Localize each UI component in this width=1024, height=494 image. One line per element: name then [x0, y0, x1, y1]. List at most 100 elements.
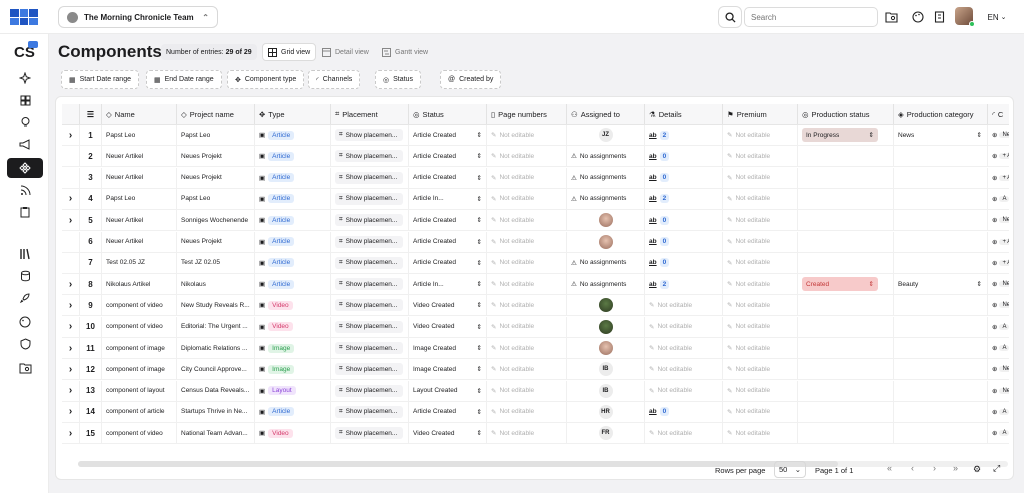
- expand-row-button[interactable]: ›: [62, 338, 80, 358]
- details-cell[interactable]: ab 0: [645, 146, 723, 167]
- assigned-cell[interactable]: HR: [567, 401, 645, 422]
- project-name[interactable]: Census Data Reveals...: [177, 380, 255, 401]
- production-category-cell[interactable]: [894, 188, 988, 209]
- sidebar-item-channels[interactable]: [7, 180, 43, 200]
- status-select[interactable]: Video Created ⇕: [413, 323, 482, 331]
- details-cell[interactable]: ✎ Not editable: [645, 423, 723, 444]
- table-row[interactable]: › 5 Neuer Artikel Sonniges Wochenende ▣ A…: [62, 210, 1009, 232]
- status-cell[interactable]: Article In... ⇕: [409, 188, 487, 209]
- status-cell[interactable]: Article Created ⇕: [409, 125, 487, 145]
- show-placement-button[interactable]: ⌗ Show placemen...: [335, 278, 403, 291]
- rows-per-page-select[interactable]: 50 ⌄: [774, 461, 806, 478]
- sidebar-item-files[interactable]: [7, 358, 43, 378]
- production-status-cell[interactable]: [798, 423, 894, 444]
- expand-row-button[interactable]: ›: [62, 274, 80, 295]
- sidebar-item-dashboard[interactable]: [7, 90, 43, 110]
- production-category-cell[interactable]: [894, 252, 988, 273]
- channel-pill[interactable]: Ne: [999, 366, 1009, 373]
- assigned-cell[interactable]: [567, 338, 645, 358]
- status-select[interactable]: Article Created ⇕: [413, 174, 482, 182]
- assigned-cell[interactable]: JZ: [567, 125, 645, 145]
- status-cell[interactable]: Article Created ⇕: [409, 210, 487, 231]
- channel-cell[interactable]: ⊕Ne: [988, 381, 1009, 401]
- production-status-cell[interactable]: [798, 188, 894, 209]
- expand-row-button[interactable]: ›: [62, 210, 80, 231]
- component-name[interactable]: Neuer Artikel: [102, 146, 177, 167]
- channel-cell[interactable]: ⊕ A: [988, 338, 1009, 358]
- project-name[interactable]: New Study Reveals R...: [177, 295, 255, 316]
- production-category-cell[interactable]: [894, 146, 988, 167]
- channel-pill[interactable]: + A: [999, 174, 1009, 181]
- show-placement-button[interactable]: ⌗ Show placemen...: [335, 342, 403, 354]
- component-name[interactable]: component of article: [102, 401, 177, 422]
- status-select[interactable]: Article Created ⇕: [413, 238, 482, 246]
- production-status-cell[interactable]: In Progress ⇕: [798, 125, 894, 145]
- component-name[interactable]: Neuer Artikel: [102, 231, 177, 252]
- assigned-cell[interactable]: ⚠ No assignments: [567, 252, 645, 273]
- production-status-cell[interactable]: [798, 359, 894, 380]
- placement-cell[interactable]: ⌗ Show placemen...: [331, 274, 409, 295]
- production-category-cell[interactable]: Beauty ⇕: [894, 274, 988, 295]
- details-count[interactable]: 0: [659, 407, 670, 417]
- component-name[interactable]: Papst Leo: [102, 188, 177, 209]
- channel-cell[interactable]: ⊕Ne: [988, 125, 1009, 145]
- sidebar-item-launch[interactable]: [7, 288, 43, 308]
- channel-pill[interactable]: A: [999, 430, 1009, 437]
- status-select[interactable]: Image Created ⇕: [413, 344, 482, 353]
- status-cell[interactable]: Image Created ⇕: [409, 338, 487, 358]
- status-cell[interactable]: Image Created ⇕: [409, 359, 487, 380]
- component-name[interactable]: Test 02.05 JZ: [102, 252, 177, 273]
- status-cell[interactable]: Video Created ⇕: [409, 295, 487, 316]
- sidebar-item-campaigns[interactable]: [7, 134, 43, 154]
- details-cell[interactable]: ab 0: [645, 210, 723, 231]
- table-row[interactable]: › 13 component of layout Census Data Rev…: [62, 380, 1009, 402]
- assignee-avatar[interactable]: HR: [598, 404, 613, 419]
- header-channel[interactable]: ◜ C: [988, 104, 1009, 124]
- header-name[interactable]: ◇ Name: [102, 104, 177, 124]
- component-name[interactable]: component of image: [102, 338, 177, 358]
- status-cell[interactable]: Article Created ⇕: [409, 146, 487, 167]
- filter-component-type[interactable]: ✥ Component type: [227, 70, 305, 89]
- sidebar-item-library[interactable]: [7, 244, 43, 264]
- header-status[interactable]: ◎ Status: [409, 104, 487, 124]
- assignee-avatar[interactable]: IB: [598, 383, 613, 398]
- status-select[interactable]: Layout Created ⇕: [413, 387, 482, 395]
- production-status-cell[interactable]: [798, 338, 894, 358]
- assignee-avatar[interactable]: FR: [598, 426, 613, 441]
- channel-cell[interactable]: ⊕Ne: [988, 359, 1009, 379]
- placement-cell[interactable]: ⌗ Show placemen...: [331, 125, 409, 145]
- details-count[interactable]: 0: [659, 173, 670, 183]
- project-name[interactable]: Startups Thrive in Ne...: [177, 401, 255, 422]
- table-row[interactable]: › 4 Papst Leo Papst Leo ▣ Article ⌗ Show p…: [62, 188, 1009, 210]
- table-row[interactable]: › 10 component of video Editorial: The U…: [62, 316, 1009, 338]
- search-input[interactable]: [744, 7, 878, 27]
- channel-pill[interactable]: + A: [999, 259, 1009, 266]
- expand-row-button[interactable]: ›: [62, 380, 80, 401]
- status-select[interactable]: Article Created ⇕: [413, 216, 482, 225]
- production-category-cell[interactable]: [894, 167, 988, 188]
- show-placement-button[interactable]: ⌗ Show placemen...: [335, 256, 403, 269]
- project-name[interactable]: Papst Leo: [177, 188, 255, 209]
- details-cell[interactable]: ab 0: [645, 167, 723, 188]
- placement-cell[interactable]: ⌗ Show placemen...: [331, 231, 409, 252]
- assigned-cell[interactable]: FR: [567, 423, 645, 444]
- no-assignments[interactable]: ⚠ No assignments: [571, 280, 626, 289]
- no-assignments[interactable]: ⚠ No assignments: [571, 195, 626, 203]
- production-category-cell[interactable]: [894, 316, 988, 337]
- app-logo-icon[interactable]: [10, 9, 38, 25]
- sidebar-item-tasks[interactable]: [7, 202, 43, 222]
- fullscreen-icon[interactable]: ⤢: [993, 463, 1000, 474]
- details-cell[interactable]: ✎ Not editable: [645, 380, 723, 401]
- header-number[interactable]: ☰: [80, 104, 102, 124]
- production-status-cell[interactable]: [798, 146, 894, 167]
- project-name[interactable]: Nikolaus: [177, 274, 255, 295]
- filter-channels[interactable]: ◜ Channels: [308, 70, 361, 89]
- sidebar-logo[interactable]: CS: [14, 41, 38, 61]
- channel-cell[interactable]: ⊕+ A: [988, 146, 1009, 166]
- assignee-avatar[interactable]: [598, 319, 613, 334]
- production-category-cell[interactable]: [894, 401, 988, 422]
- channel-pill[interactable]: Ne: [999, 132, 1009, 138]
- channel-pill[interactable]: Ne: [999, 387, 1009, 394]
- table-row[interactable]: 6 Neuer Artikel Neues Projekt ▣ Article ⌗…: [62, 231, 1009, 253]
- status-cell[interactable]: Article Created ⇕: [409, 167, 487, 188]
